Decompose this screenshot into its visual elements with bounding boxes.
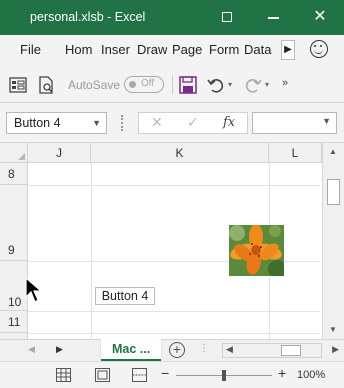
- vertical-scroll-thumb[interactable]: [327, 179, 340, 205]
- form-button-4[interactable]: Button 4: [95, 287, 155, 305]
- new-sheet-button[interactable]: +: [169, 342, 185, 358]
- row-header-9[interactable]: 9: [0, 185, 28, 261]
- window-title: personal.xlsb - Excel: [30, 10, 146, 24]
- column-header-j[interactable]: J: [28, 143, 91, 163]
- tab-insert[interactable]: Inser: [101, 42, 131, 57]
- formula-buttons: ✕ ✓ fx: [138, 112, 248, 134]
- enter-check-icon[interactable]: ✓: [187, 114, 199, 131]
- horizontal-scrollbar[interactable]: ◀ ▶: [222, 343, 339, 358]
- undo-dropdown-icon[interactable]: ▾: [228, 80, 232, 89]
- formula-bar: Button 4 ▼ ✕ ✓ fx ▼: [0, 103, 344, 143]
- expand-formula-bar-icon[interactable]: ▼: [322, 116, 331, 126]
- form-icon[interactable]: [9, 76, 27, 94]
- normal-view-icon[interactable]: [56, 368, 71, 382]
- print-preview-icon[interactable]: [37, 76, 55, 94]
- zoom-slider-thumb[interactable]: [222, 370, 226, 381]
- chevron-down-icon[interactable]: ▼: [92, 113, 101, 133]
- mouse-cursor-icon: [25, 277, 43, 303]
- scroll-left-icon[interactable]: ◀: [226, 344, 233, 355]
- worksheet-grid[interactable]: J K L 8 9 10 11 Button 4 ▲ ▼: [0, 143, 344, 339]
- more-tabs-button[interactable]: ▶: [281, 40, 295, 60]
- insert-function-icon[interactable]: fx: [223, 115, 235, 130]
- name-box-value: Button 4: [14, 116, 61, 130]
- scroll-up-icon[interactable]: ▲: [329, 147, 337, 156]
- tab-split-handle-icon[interactable]: ⋮: [199, 343, 209, 354]
- gridline: [28, 333, 320, 334]
- autosave-toggle[interactable]: Off: [124, 76, 164, 93]
- zoom-level[interactable]: 100%: [297, 369, 325, 381]
- autosave-label: AutoSave: [68, 78, 121, 92]
- gridline: [28, 185, 320, 186]
- quick-access-toolbar: AutoSave Off ▾ ▾ »: [0, 66, 344, 103]
- gridline: [28, 311, 320, 312]
- tab-data[interactable]: Data: [244, 42, 274, 57]
- select-all-corner[interactable]: [0, 143, 28, 163]
- column-header-l[interactable]: L: [269, 143, 322, 163]
- qat-separator: [172, 76, 173, 94]
- ribbon-display-options-icon[interactable]: [222, 12, 232, 22]
- formula-bar-splitter[interactable]: [121, 115, 123, 131]
- zoom-in-button[interactable]: +: [278, 365, 286, 381]
- previous-sheet-icon[interactable]: ◀: [28, 344, 35, 355]
- vertical-scrollbar[interactable]: ▲ ▼: [322, 143, 344, 339]
- tab-page-layout[interactable]: Page: [172, 42, 204, 57]
- page-break-preview-icon[interactable]: [132, 368, 147, 382]
- scroll-down-icon[interactable]: ▼: [329, 325, 337, 334]
- minimize-icon[interactable]: [268, 17, 279, 19]
- sheet-tab-bar: ◀ ▶ Mac ... + ⋮ ◀ ▶: [0, 339, 344, 362]
- tab-file[interactable]: File: [20, 42, 41, 57]
- redo-dropdown-icon[interactable]: ▾: [265, 80, 269, 89]
- save-icon[interactable]: [179, 76, 197, 94]
- row-header-11[interactable]: 11: [0, 311, 28, 333]
- gridline: [91, 163, 92, 339]
- tab-home[interactable]: Hom: [65, 42, 97, 57]
- redo-icon[interactable]: [244, 76, 262, 94]
- zoom-out-button[interactable]: −: [161, 365, 169, 381]
- feedback-smiley-icon[interactable]: [310, 40, 328, 58]
- tab-formulas[interactable]: Form: [209, 42, 239, 57]
- tab-draw[interactable]: Draw: [137, 42, 167, 57]
- toggle-knob: [129, 81, 136, 88]
- formula-input[interactable]: ▼: [252, 112, 337, 134]
- more-commands-icon[interactable]: »: [282, 77, 288, 89]
- autosave-state: Off: [141, 78, 155, 89]
- undo-icon[interactable]: [207, 76, 225, 94]
- horizontal-scroll-thumb[interactable]: [281, 345, 301, 356]
- column-header-k[interactable]: K: [91, 143, 269, 163]
- scroll-right-icon[interactable]: ▶: [332, 344, 339, 355]
- name-box[interactable]: Button 4 ▼: [6, 112, 107, 134]
- cancel-icon[interactable]: ✕: [151, 114, 163, 131]
- status-bar: − + 100%: [0, 361, 344, 388]
- close-icon[interactable]: ✕: [312, 8, 328, 26]
- sheet-tab-active[interactable]: Mac ...: [101, 339, 161, 362]
- next-sheet-icon[interactable]: ▶: [56, 344, 63, 355]
- flower-image[interactable]: [229, 225, 284, 276]
- page-layout-view-icon[interactable]: [95, 368, 110, 382]
- row-header-8[interactable]: 8: [0, 163, 28, 185]
- title-bar: personal.xlsb - Excel ✕: [0, 0, 344, 35]
